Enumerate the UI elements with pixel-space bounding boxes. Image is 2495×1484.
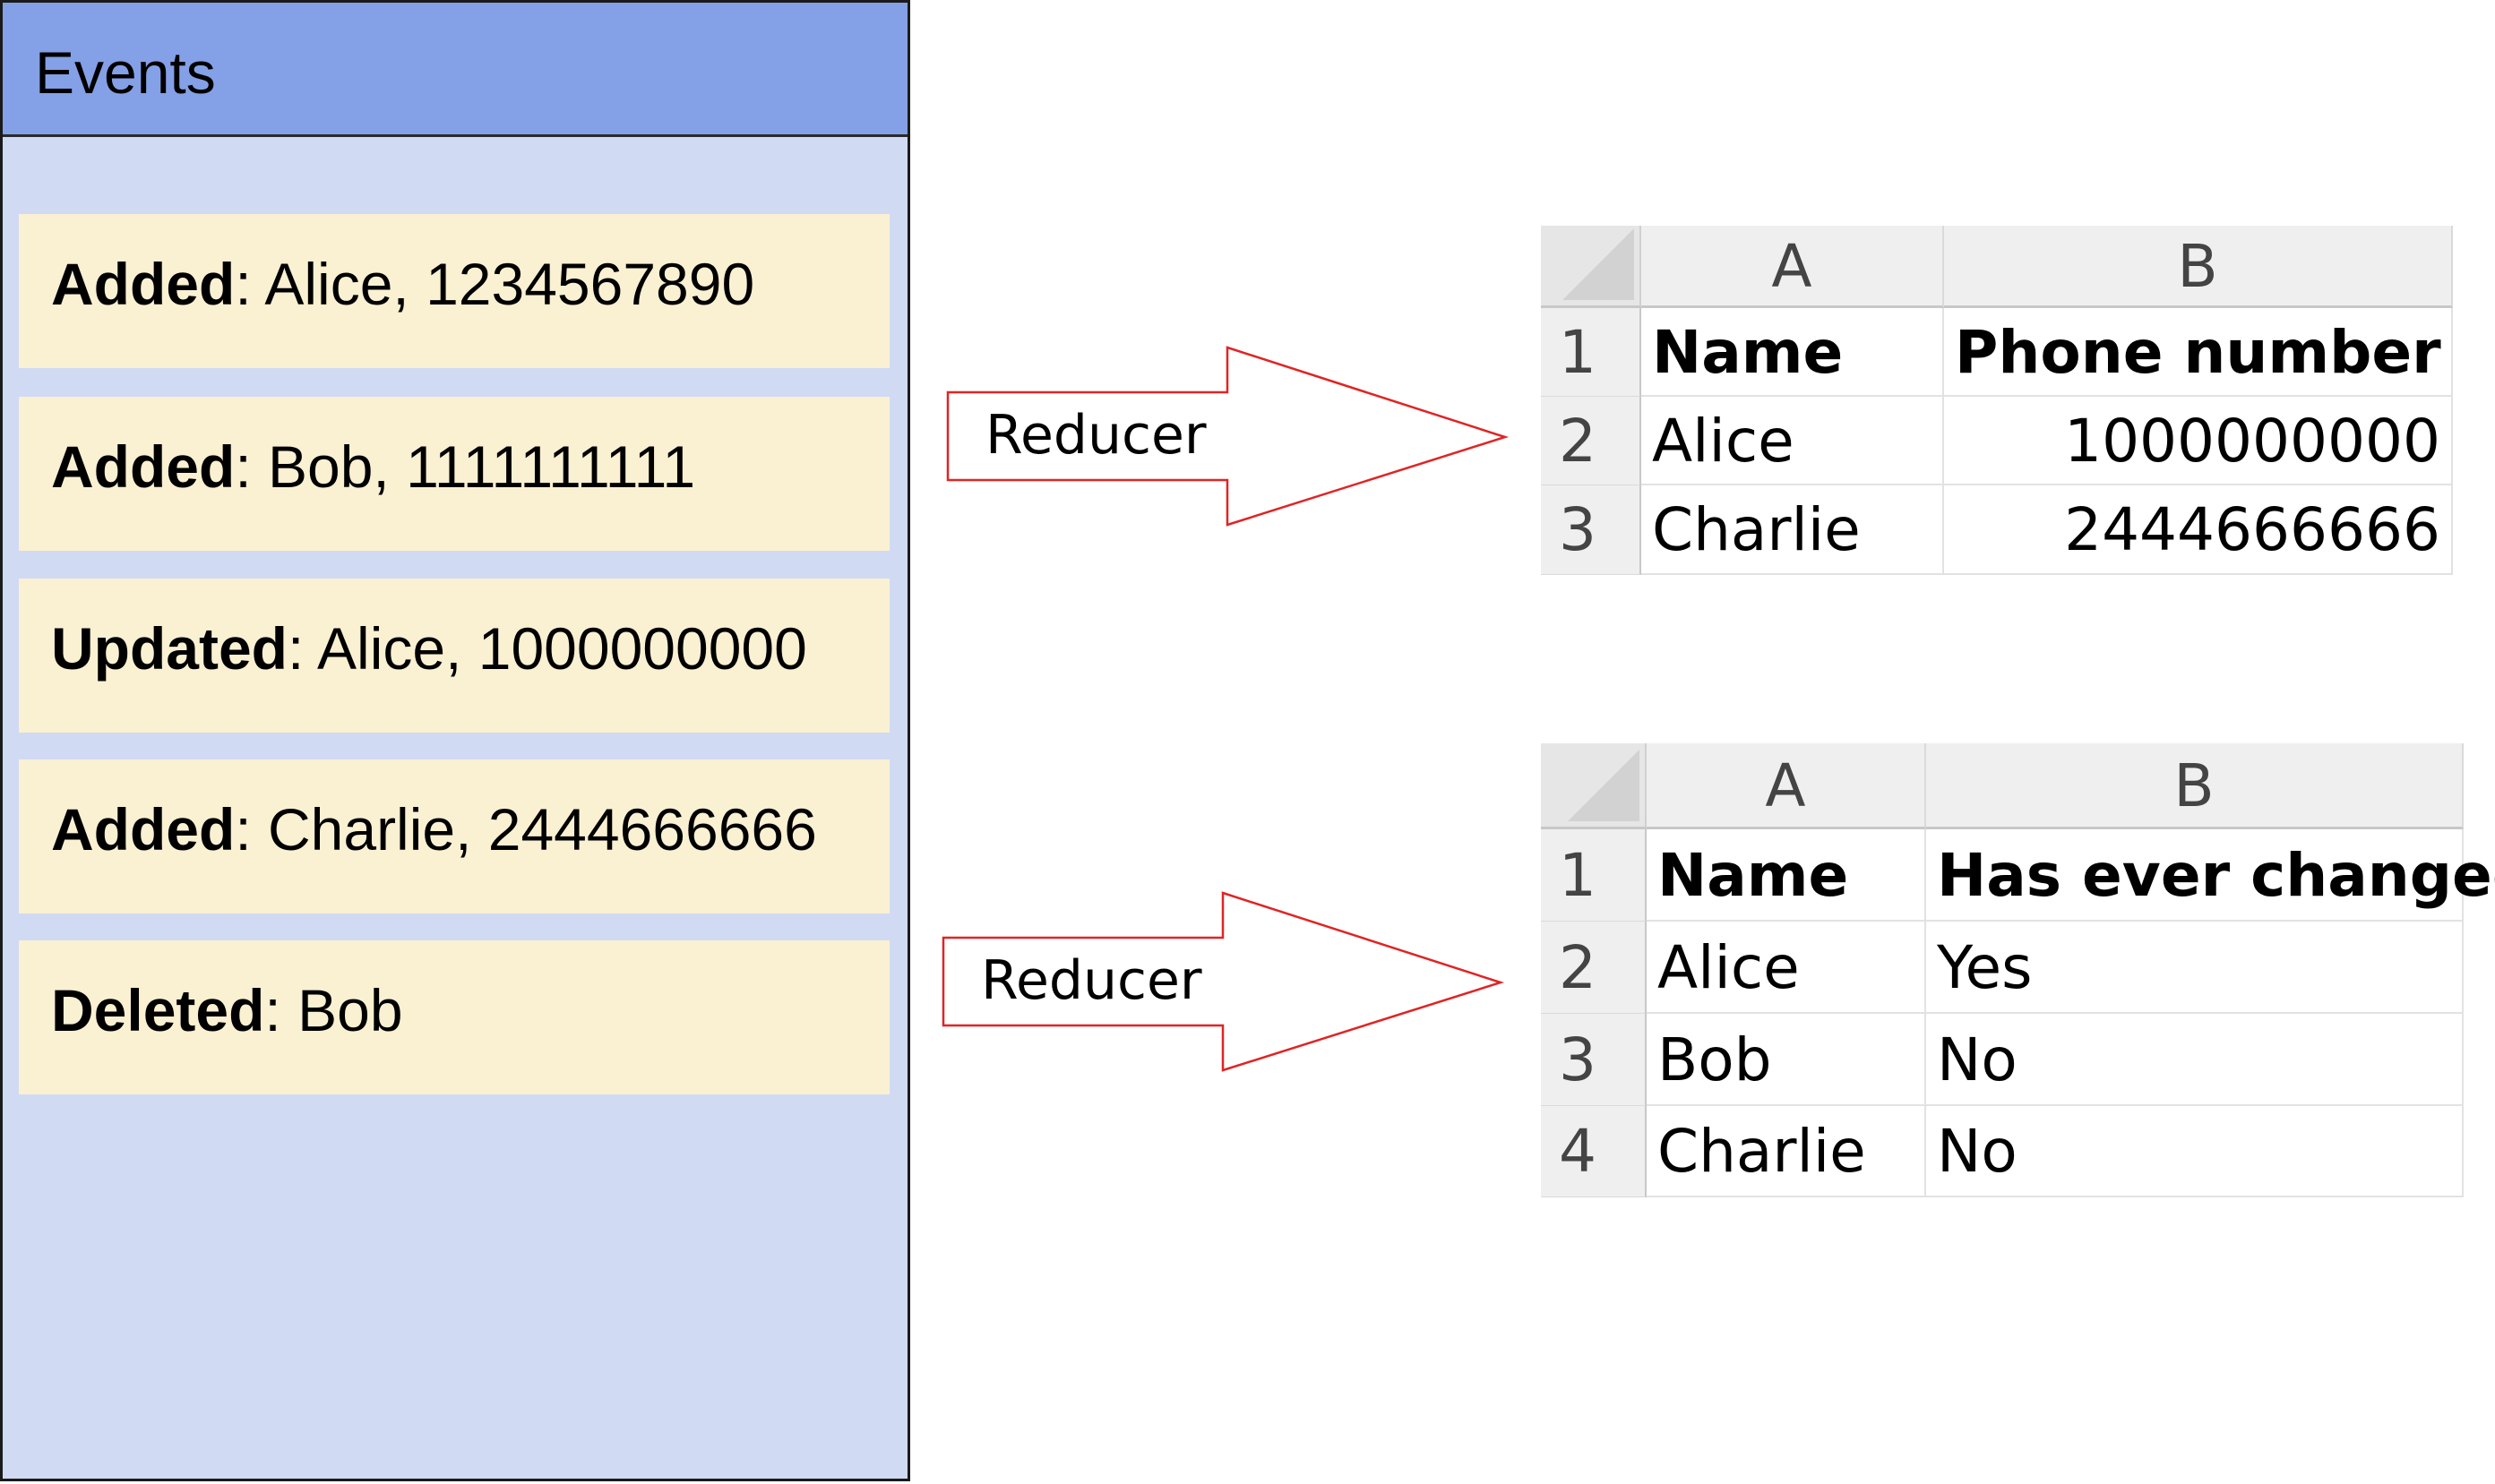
row-header: 2 — [1541, 922, 1647, 1014]
event-card: Added: Charlie, 2444666666 — [19, 759, 890, 914]
sheet-corner — [1541, 743, 1647, 829]
row-header: 3 — [1541, 485, 1641, 575]
row-header: 4 — [1541, 1106, 1647, 1197]
arrow-label: Reducer — [985, 404, 1207, 467]
table-cell: 1000000000 — [1944, 397, 2453, 485]
event-card: Deleted: Bob — [19, 940, 890, 1094]
event-text: Deleted: Bob — [51, 976, 403, 1044]
events-title: Events — [35, 39, 216, 106]
event-text: Added: Alice, 1234567890 — [51, 250, 754, 318]
corner-triangle — [1568, 750, 1639, 821]
table-cell: Phone number — [1944, 308, 2453, 397]
row-header: 1 — [1541, 829, 1647, 922]
event-details: : Charlie, 2444666666 — [235, 796, 817, 862]
event-text: Updated: Alice, 1000000000 — [51, 614, 807, 682]
table-cell: No — [1926, 1106, 2464, 1197]
events-panel: Events Added: Alice, 1234567890 Added: B… — [0, 0, 910, 1481]
reducer-arrow-top: Reducer — [946, 346, 1510, 527]
table-cell: Charlie — [1641, 485, 1944, 575]
table-cell: No — [1926, 1014, 2464, 1106]
table-cell: Alice — [1647, 922, 1926, 1014]
table-cell: 2444666666 — [1944, 485, 2453, 575]
event-details: : Alice, 1234567890 — [235, 251, 755, 317]
event-action: Deleted — [51, 977, 265, 1043]
arrow-label: Reducer — [981, 949, 1202, 1012]
row-header: 1 — [1541, 308, 1641, 397]
table-cell: Name — [1647, 829, 1926, 922]
table-cell: Yes — [1926, 922, 2464, 1014]
event-details: : Bob, 1111111111 — [235, 433, 696, 500]
event-text: Added: Charlie, 2444666666 — [51, 795, 817, 863]
event-action: Added — [51, 251, 236, 317]
table-cell: Alice — [1641, 397, 1944, 485]
changed-sheet: A B 1 Name Has ever changed 2 Alice Yes … — [1541, 743, 2495, 1197]
row-header: 2 — [1541, 397, 1641, 485]
column-header: A — [1641, 226, 1944, 308]
table-cell: Has ever changed — [1926, 829, 2495, 922]
event-details: : Bob — [264, 977, 403, 1043]
reducer-arrow-bottom: Reducer — [942, 891, 1505, 1072]
event-card: Updated: Alice, 1000000000 — [19, 579, 890, 733]
column-header: B — [1944, 226, 2453, 308]
event-text: Added: Bob, 1111111111 — [51, 433, 695, 501]
event-action: Updated — [51, 615, 288, 682]
event-card: Added: Alice, 1234567890 — [19, 214, 890, 368]
phone-sheet: A B 1 Name Phone number 2 Alice 10000000… — [1541, 226, 2453, 575]
event-details: : Alice, 1000000000 — [288, 615, 807, 682]
event-card: Added: Bob, 1111111111 — [19, 397, 890, 551]
sheet-corner — [1541, 226, 1641, 308]
events-header: Events — [3, 3, 908, 137]
table-cell: Name — [1641, 308, 1944, 397]
event-action: Added — [51, 796, 236, 862]
table-cell: Charlie — [1647, 1106, 1926, 1197]
column-header: A — [1647, 743, 1926, 829]
row-header: 3 — [1541, 1014, 1647, 1106]
table-cell: Bob — [1647, 1014, 1926, 1106]
event-action: Added — [51, 433, 236, 500]
corner-triangle — [1562, 228, 1634, 300]
column-header: B — [1926, 743, 2464, 829]
